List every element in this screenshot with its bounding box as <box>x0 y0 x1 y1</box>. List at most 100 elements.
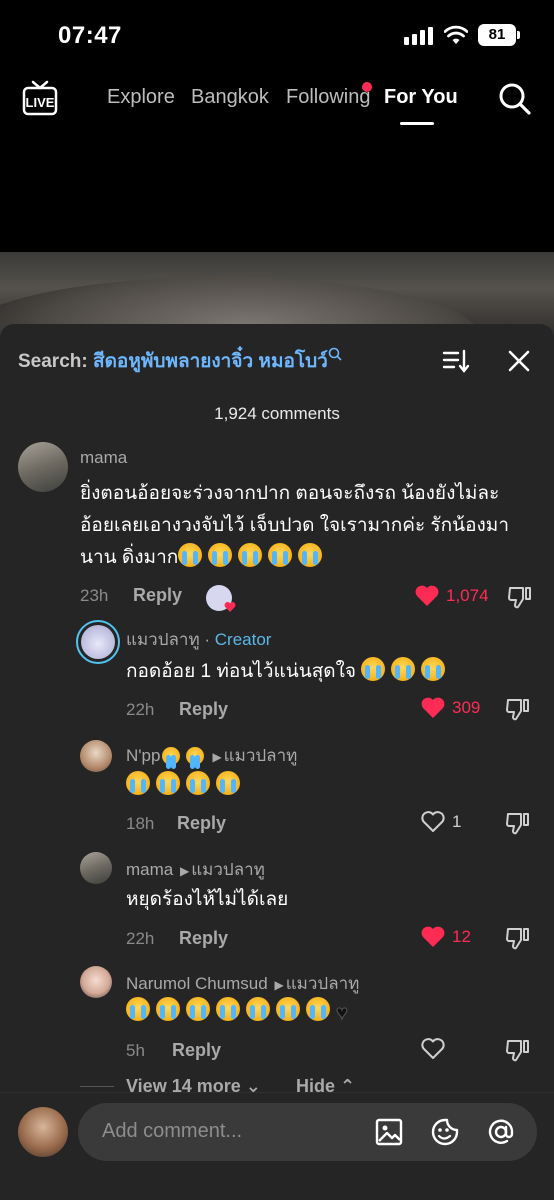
live-icon[interactable]: LIVE <box>22 80 58 120</box>
like-count: 12 <box>452 927 471 946</box>
search-icon[interactable] <box>498 82 532 116</box>
cat-emoji <box>186 747 205 769</box>
reply-item: N'pp ▶ แมวปลาทู 18h Reply 1 <box>0 738 554 848</box>
comment-input[interactable]: Add comment... <box>78 1103 537 1161</box>
dislike-icon[interactable] <box>505 810 531 836</box>
like-count: 1,074 <box>446 586 489 605</box>
mention-icon[interactable] <box>486 1117 516 1147</box>
avatar[interactable] <box>80 966 112 998</box>
tab-following[interactable]: Following <box>286 86 370 109</box>
username-text: Narumol Chumsud <box>126 974 268 993</box>
creator-tag: Creator <box>214 630 272 649</box>
dislike-icon[interactable] <box>505 925 531 951</box>
comment-text-line: อ้อยเลยเอางวงจับไว้ เจ็บปวด ใจเรามากค่ะ … <box>80 515 510 536</box>
tab-explore[interactable]: Explore <box>107 86 175 109</box>
live-label: LIVE <box>26 95 55 110</box>
like-button[interactable]: 309 <box>420 696 500 724</box>
cat-avatar-image <box>81 625 115 659</box>
reply-time: 22h <box>126 700 155 719</box>
mini-heart-icon <box>224 602 236 612</box>
black-heart-emoji: ♥ <box>336 1002 349 1025</box>
reply-button[interactable]: Reply <box>179 928 228 949</box>
crying-emoji <box>361 657 386 681</box>
dislike-icon[interactable] <box>507 584 533 610</box>
reply-button[interactable]: Reply <box>133 585 182 606</box>
reply-arrow-icon: ▶ <box>212 750 222 764</box>
reply-button[interactable]: Reply <box>172 1040 221 1061</box>
avatar[interactable] <box>80 740 112 772</box>
crying-emoji <box>126 771 150 795</box>
following-notification-dot <box>362 82 372 92</box>
creator-liked-avatar-icon <box>206 585 236 612</box>
reply-to-name: แมวปลาทู <box>191 860 265 879</box>
image-icon[interactable] <box>374 1117 404 1147</box>
cellular-signal-icon <box>404 27 433 45</box>
tab-for-you[interactable]: For You <box>384 86 458 109</box>
crying-emoji <box>268 543 293 567</box>
avatar[interactable] <box>80 852 112 884</box>
comments-count: 1,924 comments <box>214 404 340 423</box>
like-button[interactable]: 1 <box>420 810 480 838</box>
reply-to-name: แมวปลาทู <box>223 746 298 765</box>
reply-time: 22h <box>126 929 155 948</box>
reply-text: ♥ <box>126 996 348 1029</box>
close-icon[interactable] <box>506 348 532 374</box>
crying-emoji <box>391 657 416 681</box>
reply-text <box>126 770 246 802</box>
reply-username[interactable]: mama ▶ แมวปลาทู <box>126 856 265 883</box>
comment-text-line: นาน ดิ่งมาก <box>80 542 328 574</box>
crying-emoji <box>186 771 210 795</box>
reply-time: 18h <box>126 814 155 833</box>
sort-icon[interactable] <box>442 348 470 374</box>
creator-avatar[interactable] <box>76 620 120 664</box>
crying-emoji <box>238 543 263 567</box>
status-time: 07:47 <box>58 22 122 49</box>
comment-input-bar: Add comment... <box>0 1092 554 1200</box>
tab-bangkok[interactable]: Bangkok <box>191 86 269 109</box>
search-suggestion[interactable]: Search: สีดอหูพับพลายงาจิ๋ว หมอโบว์ <box>18 346 554 376</box>
reply-arrow-icon: ▶ <box>274 978 284 992</box>
reply-to-name: แมวปลาทู <box>285 974 360 993</box>
comment-username[interactable]: mama <box>80 448 127 468</box>
crying-emoji <box>178 543 203 567</box>
crying-emoji <box>306 997 330 1021</box>
reply-text: หยุดร้องไห้ไม่ได้เลย <box>126 889 289 910</box>
crying-emoji <box>421 657 446 681</box>
reply-username[interactable]: Narumol Chumsud ▶ แมวปลาทู <box>126 970 359 997</box>
crying-emoji <box>246 997 270 1021</box>
crying-emoji <box>186 997 210 1021</box>
comment-text-tail: นาน ดิ่งมาก <box>80 547 179 568</box>
crying-emoji <box>276 997 300 1021</box>
username-text: N'pp <box>126 746 161 765</box>
reply-username[interactable]: N'pp ▶ แมวปลาทู <box>126 742 297 769</box>
reply-text-content: กอดอ้อย 1 ท่อนไว้แน่นสุดใจ <box>126 661 357 682</box>
username-text: mama <box>126 860 174 879</box>
sticker-emoji-icon[interactable] <box>430 1117 460 1147</box>
search-prefix: Search: <box>18 351 88 372</box>
comment-placeholder: Add comment... <box>102 1120 243 1142</box>
crying-emoji <box>156 997 180 1021</box>
crying-emoji <box>216 771 240 795</box>
dislike-icon[interactable] <box>505 696 531 722</box>
active-tab-indicator <box>400 122 434 125</box>
crying-emoji <box>216 997 240 1021</box>
reply-text: กอดอ้อย 1 ท่อนไว้แน่นสุดใจ <box>126 656 451 688</box>
heart-filled-icon <box>415 585 439 606</box>
reply-item: mama ▶ แมวปลาทู หยุดร้องไห้ไม่ได้เลย 22h … <box>0 852 554 962</box>
status-bar: 07:47 81 <box>0 0 554 72</box>
reply-button[interactable]: Reply <box>177 813 226 834</box>
wifi-icon <box>444 25 468 44</box>
crying-emoji <box>208 543 233 567</box>
avatar[interactable] <box>18 442 68 492</box>
reply-username[interactable]: แมวปลาทู · Creator <box>126 626 271 653</box>
like-button[interactable] <box>420 1037 450 1065</box>
like-count: 1 <box>452 812 462 831</box>
dislike-icon[interactable] <box>505 1037 531 1063</box>
crying-emoji <box>298 543 323 567</box>
comment-time: 23h <box>80 586 109 605</box>
like-button[interactable]: 1,074 <box>414 584 504 612</box>
search-query-link[interactable]: สีดอหูพับพลายงาจิ๋ว หมอโบว์ <box>93 351 328 372</box>
current-user-avatar[interactable] <box>18 1107 68 1157</box>
like-button[interactable]: 12 <box>420 925 480 953</box>
reply-button[interactable]: Reply <box>179 699 228 720</box>
